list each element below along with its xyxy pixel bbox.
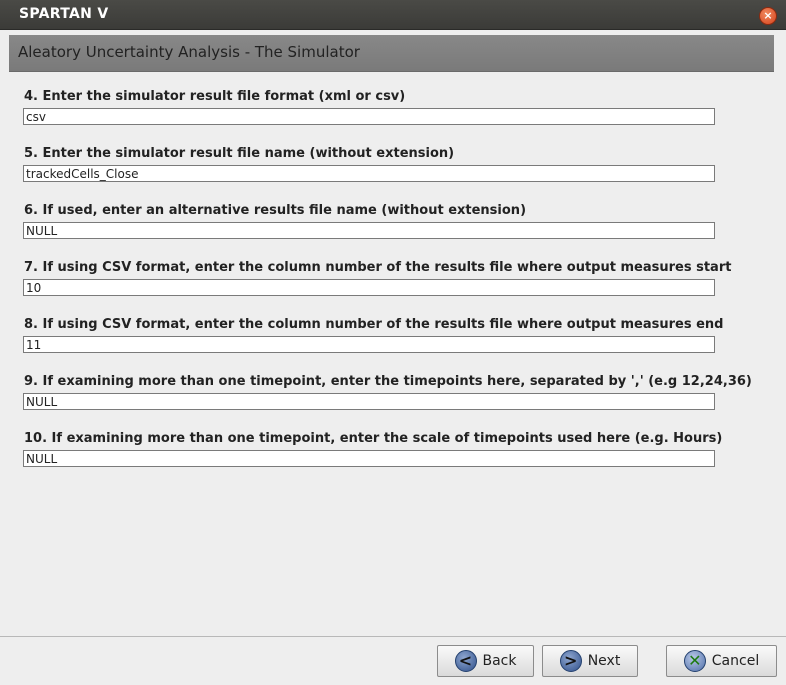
- cancel-button[interactable]: ✕ Cancel: [666, 645, 777, 677]
- close-icon: ×: [763, 9, 773, 22]
- cancel-x-icon: ✕: [683, 650, 706, 672]
- close-button[interactable]: ×: [759, 7, 777, 25]
- question-6-input[interactable]: [23, 222, 715, 239]
- question-10-input[interactable]: [23, 450, 715, 467]
- next-button[interactable]: > Next: [542, 645, 638, 677]
- cancel-button-label: Cancel: [711, 653, 760, 669]
- question-9-input[interactable]: [23, 393, 715, 410]
- question-7-input[interactable]: [23, 279, 715, 296]
- question-4-label: 4. Enter the simulator result file forma…: [24, 89, 406, 104]
- title-bar: SPARTAN V ×: [0, 0, 786, 30]
- question-9-label: 9. If examining more than one timepoint,…: [24, 374, 752, 389]
- back-button-label: Back: [482, 653, 517, 669]
- question-6-label: 6. If used, enter an alternative results…: [24, 203, 527, 218]
- section-header: Aleatory Uncertainty Analysis - The Simu…: [9, 35, 774, 72]
- question-8-input[interactable]: [23, 336, 715, 353]
- question-8-label: 8. If using CSV format, enter the column…: [24, 317, 724, 332]
- question-5-label: 5. Enter the simulator result file name …: [24, 146, 455, 161]
- question-7-label: 7. If using CSV format, enter the column…: [24, 260, 732, 275]
- window-title: SPARTAN V: [19, 6, 109, 22]
- next-button-label: Next: [587, 653, 621, 669]
- section-title: Aleatory Uncertainty Analysis - The Simu…: [18, 43, 360, 61]
- question-5-input[interactable]: [23, 165, 715, 182]
- back-arrow-icon: <: [454, 650, 477, 672]
- next-arrow-icon: >: [559, 650, 582, 672]
- question-4-input[interactable]: [23, 108, 715, 125]
- question-10-label: 10. If examining more than one timepoint…: [24, 431, 723, 446]
- footer-divider: [0, 636, 786, 637]
- back-button[interactable]: < Back: [437, 645, 534, 677]
